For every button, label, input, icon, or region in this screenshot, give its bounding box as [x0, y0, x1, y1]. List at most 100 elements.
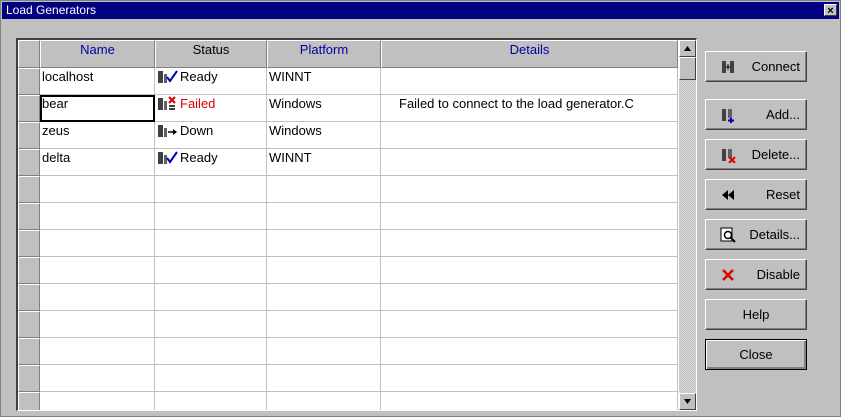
add-button[interactable]: Add...	[705, 99, 807, 130]
cell-status[interactable]	[155, 311, 267, 338]
row-header[interactable]	[18, 338, 40, 365]
cell-name[interactable]	[40, 176, 155, 203]
cell-platform[interactable]: WINNT	[267, 68, 381, 95]
cell-details[interactable]	[381, 176, 678, 203]
cell-platform[interactable]	[267, 230, 381, 257]
cell-status[interactable]: Ready	[155, 149, 267, 176]
row-header[interactable]	[18, 311, 40, 338]
empty-table-row[interactable]	[18, 176, 678, 203]
table-row[interactable]: delta Ready WINNT	[18, 149, 678, 176]
reset-button[interactable]: Reset	[705, 179, 807, 210]
row-header[interactable]	[18, 122, 40, 149]
cell-status[interactable]	[155, 257, 267, 284]
table-row[interactable]: localhost Ready WINNT	[18, 68, 678, 95]
cell-name[interactable]	[40, 365, 155, 392]
cell-platform[interactable]: WINNT	[267, 149, 381, 176]
corner-header	[18, 40, 40, 68]
cell-name[interactable]	[40, 257, 155, 284]
cell-status[interactable]	[155, 203, 267, 230]
table-row[interactable]: zeus Down Windows	[18, 122, 678, 149]
cell-platform[interactable]	[267, 284, 381, 311]
close-window-icon[interactable]: ×	[824, 4, 837, 17]
cell-status[interactable]	[155, 284, 267, 311]
cell-platform[interactable]	[267, 176, 381, 203]
row-header[interactable]	[18, 392, 40, 410]
cell-details[interactable]	[381, 311, 678, 338]
empty-table-row[interactable]	[18, 338, 678, 365]
cell-name[interactable]: zeus	[40, 122, 155, 149]
table-row[interactable]: bear Failed Windows Failed to connect to th…	[18, 95, 678, 122]
scroll-down-button[interactable]	[679, 393, 696, 410]
cell-details[interactable]	[381, 230, 678, 257]
row-header[interactable]	[18, 365, 40, 392]
cell-status[interactable]: Down	[155, 122, 267, 149]
row-header[interactable]	[18, 149, 40, 176]
cell-status[interactable]	[155, 338, 267, 365]
cell-details[interactable]	[381, 392, 678, 410]
cell-status[interactable]	[155, 176, 267, 203]
row-header[interactable]	[18, 68, 40, 95]
empty-table-row[interactable]	[18, 392, 678, 410]
column-header-platform[interactable]: Platform	[267, 40, 381, 68]
cell-details[interactable]	[381, 149, 678, 176]
cell-name[interactable]	[40, 284, 155, 311]
empty-table-row[interactable]	[18, 230, 678, 257]
red-x-icon	[722, 269, 734, 281]
cell-details[interactable]	[381, 203, 678, 230]
cell-details[interactable]	[381, 122, 678, 149]
cell-status[interactable]: Failed	[155, 95, 267, 122]
cell-status[interactable]	[155, 365, 267, 392]
column-header-status[interactable]: Status	[155, 40, 267, 68]
cell-name[interactable]: delta	[40, 149, 155, 176]
column-header-name[interactable]: Name	[40, 40, 155, 68]
disable-button[interactable]: Disable	[705, 259, 807, 290]
cell-platform[interactable]	[267, 392, 381, 410]
cell-name[interactable]	[40, 203, 155, 230]
connect-button[interactable]: Connect	[705, 51, 807, 82]
cell-details[interactable]	[381, 365, 678, 392]
cell-platform[interactable]	[267, 365, 381, 392]
cell-status[interactable]	[155, 230, 267, 257]
row-header[interactable]	[18, 284, 40, 311]
scroll-up-button[interactable]	[679, 40, 696, 57]
cell-platform[interactable]	[267, 311, 381, 338]
cell-name[interactable]	[40, 392, 155, 410]
cell-name[interactable]	[40, 338, 155, 365]
empty-table-row[interactable]	[18, 203, 678, 230]
vertical-scrollbar[interactable]	[679, 40, 696, 410]
cell-name[interactable]	[40, 311, 155, 338]
row-header[interactable]	[18, 230, 40, 257]
cell-details[interactable]	[381, 257, 678, 284]
cell-platform[interactable]: Windows	[267, 95, 381, 122]
empty-table-row[interactable]	[18, 311, 678, 338]
row-header[interactable]	[18, 257, 40, 284]
cell-details[interactable]	[381, 68, 678, 95]
row-header[interactable]	[18, 203, 40, 230]
row-header[interactable]	[18, 176, 40, 203]
cell-platform[interactable]	[267, 338, 381, 365]
title-bar[interactable]: Load Generators ×	[2, 2, 839, 19]
row-header[interactable]	[18, 95, 40, 122]
delete-button[interactable]: Delete...	[705, 139, 807, 170]
column-header-details[interactable]: Details	[381, 40, 678, 68]
arrow-up-icon	[684, 46, 691, 51]
cell-details[interactable]: Failed to connect to the load generator.…	[381, 95, 678, 122]
close-button[interactable]: Close	[705, 339, 807, 370]
cell-name[interactable]: localhost	[40, 68, 155, 95]
cell-platform[interactable]	[267, 257, 381, 284]
cell-details[interactable]	[381, 338, 678, 365]
scroll-thumb[interactable]	[679, 57, 696, 80]
cell-status[interactable]: Ready	[155, 68, 267, 95]
cell-name[interactable]	[40, 230, 155, 257]
cell-name[interactable]: bear	[40, 95, 155, 122]
details-button[interactable]: Details...	[705, 219, 807, 250]
empty-table-row[interactable]	[18, 257, 678, 284]
cell-details[interactable]	[381, 284, 678, 311]
load-generators-window: Load Generators × Name Status Platform D…	[0, 0, 841, 417]
help-button[interactable]: Help	[705, 299, 807, 330]
empty-table-row[interactable]	[18, 284, 678, 311]
cell-platform[interactable]	[267, 203, 381, 230]
empty-table-row[interactable]	[18, 365, 678, 392]
cell-status[interactable]	[155, 392, 267, 410]
cell-platform[interactable]: Windows	[267, 122, 381, 149]
